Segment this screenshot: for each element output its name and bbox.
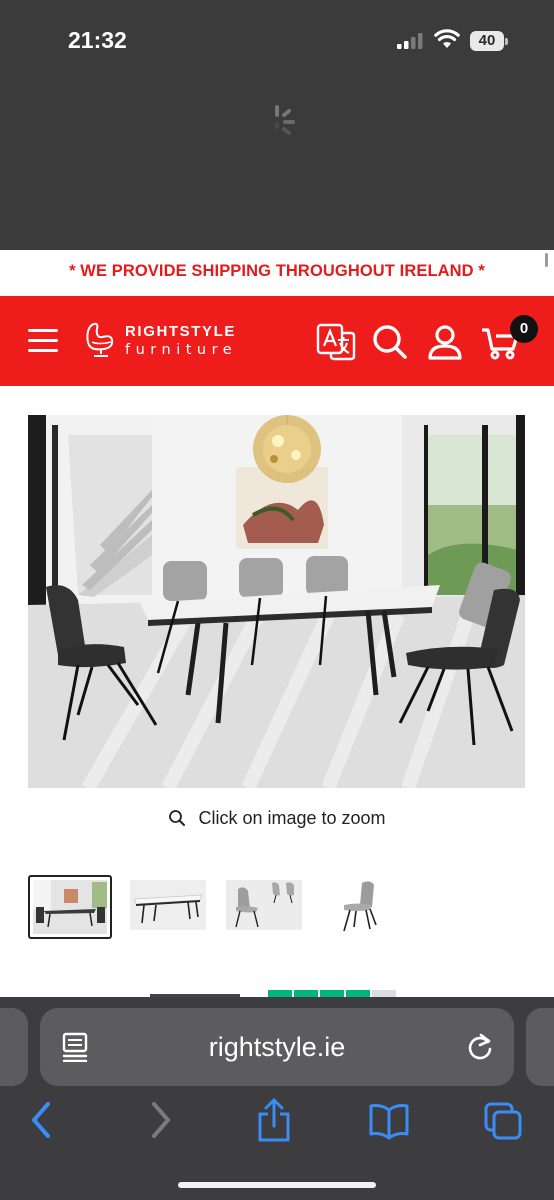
scrollbar[interactable]	[545, 253, 548, 267]
home-indicator[interactable]	[178, 1182, 376, 1188]
reload-icon[interactable]	[465, 1032, 495, 1062]
translate-icon[interactable]	[316, 322, 356, 362]
zoom-hint[interactable]: Click on image to zoom	[0, 808, 554, 829]
previous-tab-peek[interactable]	[0, 1008, 28, 1086]
back-icon[interactable]	[22, 1098, 62, 1142]
thumbnail-dining-room-set[interactable]	[28, 875, 112, 939]
battery-level: 40	[470, 31, 504, 51]
loading-spinner-icon	[275, 105, 295, 135]
shipping-banner: * WE PROVIDE SHIPPING THROUGHOUT IRELAND…	[0, 250, 554, 296]
dining-set-photo	[28, 415, 525, 788]
thumbnail-single-chair[interactable]	[320, 875, 404, 939]
search-icon[interactable]	[370, 322, 410, 362]
egg-chair-logo-icon[interactable]	[84, 320, 118, 360]
page: 21:32 40 * WE PROVIDE SHIPPING THROUGHOU…	[0, 0, 554, 1200]
shipping-banner-text: * WE PROVIDE SHIPPING THROUGHOUT IRELAND…	[69, 262, 485, 280]
magnifier-icon	[169, 810, 186, 826]
product-main-image[interactable]	[28, 415, 525, 788]
thumbnail-extending-table[interactable]	[128, 875, 212, 939]
status-time: 21:32	[68, 27, 127, 53]
share-icon[interactable]	[254, 1098, 294, 1142]
thumbnail-chairs-pair[interactable]	[224, 875, 308, 939]
bookmarks-icon[interactable]	[369, 1098, 409, 1142]
account-icon[interactable]	[425, 322, 465, 362]
forward-icon[interactable]	[140, 1098, 180, 1142]
brand-name: RIGHTSTYLE	[125, 323, 237, 340]
menu-icon[interactable]	[28, 329, 58, 353]
battery-indicator: 40	[470, 31, 508, 51]
cart-count-badge[interactable]: 0	[510, 315, 538, 343]
zoom-hint-text: Click on image to zoom	[198, 808, 386, 828]
site-header: RIGHTSTYLE furniture	[0, 296, 554, 386]
brand-logo[interactable]: RIGHTSTYLE furniture	[125, 323, 237, 358]
tabs-icon[interactable]	[484, 1098, 524, 1142]
brand-tagline: furniture	[125, 342, 238, 358]
next-tab-peek[interactable]	[526, 1008, 554, 1086]
address-bar[interactable]: rightstyle.ie	[40, 1008, 514, 1086]
status-bar-area: 21:32 40	[0, 0, 554, 250]
url-text: rightstyle.ie	[208, 1032, 346, 1062]
cellular-signal-icon	[397, 33, 423, 49]
wifi-icon	[434, 29, 460, 48]
